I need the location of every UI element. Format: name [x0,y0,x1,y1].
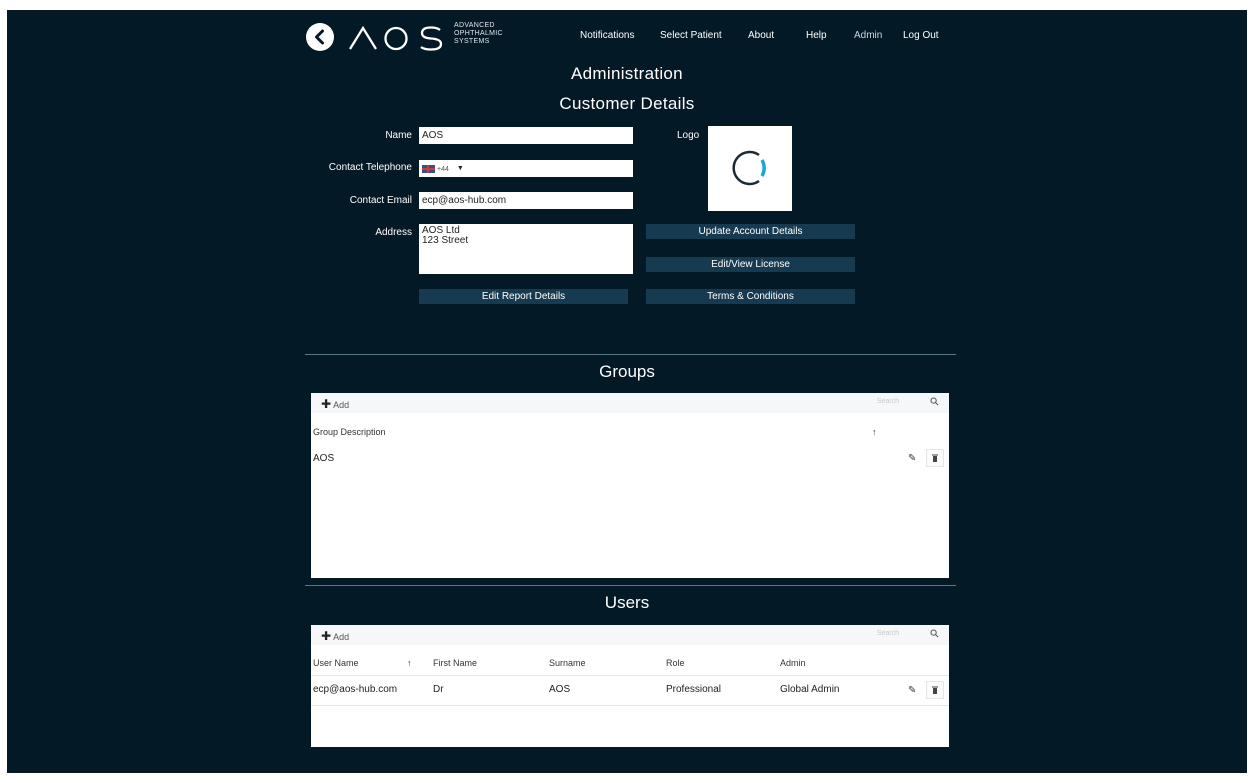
nav-about[interactable]: About [748,30,774,41]
uk-flag-icon[interactable] [422,164,435,173]
row-divider [311,705,949,706]
plus-icon: ✚ [321,397,332,411]
column-header-role[interactable]: Role [666,658,685,668]
group-description-cell[interactable]: AOS [313,453,334,464]
customer-logo[interactable] [708,126,792,211]
users-title: Users [604,593,650,612]
groups-add-button[interactable]: ✚ Add [321,397,349,411]
update-account-details-button[interactable]: Update Account Details [646,224,855,239]
sort-asc-icon[interactable]: ↑ [407,658,412,668]
address-field[interactable]: AOS Ltd 123 Street [419,224,633,274]
phone-country-code: +44 [437,166,449,174]
contact-telephone-field[interactable]: +44 ▼ [419,160,633,177]
caret-down-icon[interactable]: ▼ [457,162,464,175]
first-name-cell[interactable]: Dr [433,684,444,695]
brand-tagline: ADVANCED OPHTHALMIC SYSTEMS [454,22,503,46]
search-icon[interactable] [930,629,939,638]
nav-help[interactable]: Help [806,30,827,41]
sort-asc-icon[interactable]: ↑ [872,427,877,437]
column-header-user-name[interactable]: User Name [313,658,359,668]
contact-email-field[interactable]: ecp@aos-hub.com [419,192,633,209]
contact-email-label: Contact Email [349,195,412,206]
chevron-left-icon [315,29,324,45]
add-label: Add [333,400,350,410]
nav-log-out[interactable]: Log Out [903,30,939,41]
tagline-line: OPHTHALMIC [454,30,503,37]
page-title: Administration [571,64,683,83]
edit-icon[interactable]: ✎ [908,453,916,464]
tagline-line: ADVANCED [454,22,495,29]
column-header-admin[interactable]: Admin [780,658,806,668]
column-header-group-description[interactable]: Group Description [313,427,386,437]
add-label: Add [333,632,350,642]
nav-notifications[interactable]: Notifications [580,30,634,41]
trash-icon [932,686,938,694]
plus-icon: ✚ [321,629,332,643]
users-toolbar: ✚ Add Search [311,625,949,645]
role-cell[interactable]: Professional [666,684,721,695]
name-field[interactable]: AOS [419,127,633,144]
column-header-first-name[interactable]: First Name [433,658,477,668]
groups-table: ✚ Add Search Group Description ↑ AOS ✎ [311,393,949,578]
edit-report-details-button[interactable]: Edit Report Details [419,289,628,304]
user-name-cell[interactable]: ecp@aos-hub.com [313,684,397,695]
column-header-surname[interactable]: Surname [549,658,586,668]
aos-logo-icon [349,25,443,51]
section-divider [305,354,956,355]
users-table: ✚ Add Search User Name ↑ First Name Surna… [311,625,949,747]
search-icon[interactable] [930,397,939,406]
app-screen: ADVANCED OPHTHALMIC SYSTEMS Notification… [7,10,1247,773]
nav-admin[interactable]: Admin [854,30,882,41]
surname-cell[interactable]: AOS [549,684,570,695]
groups-toolbar: ✚ Add Search [311,393,949,413]
delete-button[interactable] [926,681,944,699]
groups-search-input[interactable]: Search [877,398,899,405]
trash-icon [932,454,938,462]
brand-logo [347,22,447,52]
row-divider [311,675,949,676]
delete-button[interactable] [926,449,944,467]
address-label: Address [375,227,412,238]
name-label: Name [385,130,412,141]
tagline-line: SYSTEMS [454,38,490,45]
section-divider [305,585,956,586]
terms-and-conditions-button[interactable]: Terms & Conditions [646,289,855,304]
customer-details-title: Customer Details [559,94,695,113]
logo-label: Logo [677,130,700,141]
users-search-input[interactable]: Search [877,630,899,637]
nav-select-patient[interactable]: Select Patient [660,30,722,41]
back-button[interactable] [306,23,334,51]
contact-telephone-label: Contact Telephone [328,162,412,173]
edit-view-license-button[interactable]: Edit/View License [646,257,855,272]
customer-logo-icon [732,150,766,186]
admin-cell[interactable]: Global Admin [780,684,839,695]
users-add-button[interactable]: ✚ Add [321,629,349,643]
edit-icon[interactable]: ✎ [908,685,916,696]
groups-title: Groups [599,362,655,381]
